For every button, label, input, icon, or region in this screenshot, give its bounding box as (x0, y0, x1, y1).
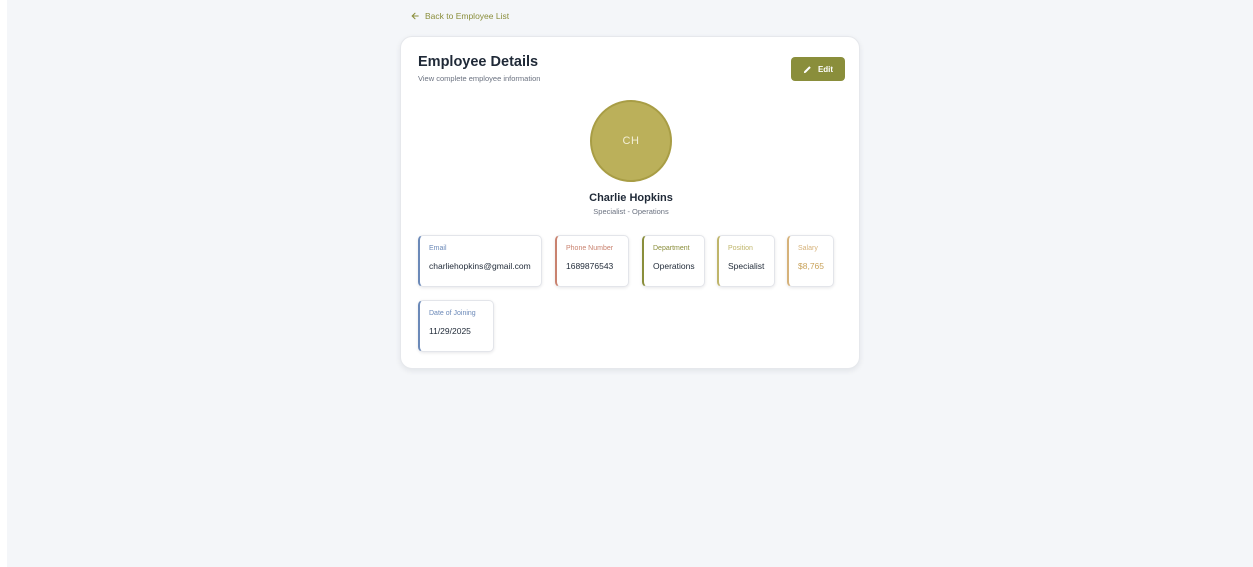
department-label: Department (653, 245, 690, 252)
employee-role: Specialist - Operations (593, 207, 669, 216)
edit-button[interactable]: Edit (791, 57, 845, 81)
date-of-joining-label: Date of Joining (429, 310, 476, 317)
position-label: Position (728, 245, 753, 252)
edit-button-label: Edit (817, 64, 834, 74)
page-title: Employee Details (418, 54, 539, 70)
back-link-label: Back to Employee List (425, 11, 510, 21)
employee-details-card: Employee Details View complete employee … (400, 36, 860, 369)
email-value: charliehopkins@gmail.com (429, 261, 531, 271)
email-info-tile: Email charliehopkins@gmail.com (418, 235, 542, 287)
phone-value: 1689876543 (566, 261, 614, 271)
pencil-icon (803, 65, 812, 74)
position-info-tile: Position Specialist (717, 235, 775, 287)
phone-info-tile: Phone Number 1689876543 (555, 235, 629, 287)
phone-label: Phone Number (566, 245, 614, 252)
page-subtitle: View complete employee information (418, 74, 541, 83)
salary-info-tile: Salary $8,765 (787, 235, 834, 287)
arrow-left-icon (411, 12, 419, 20)
back-to-employee-list-link[interactable]: Back to Employee List (411, 10, 509, 22)
department-value: Operations (653, 261, 695, 271)
email-label: Email (429, 245, 447, 252)
salary-value: $8,765 (798, 261, 824, 271)
position-value: Specialist (728, 261, 765, 271)
avatar-initials: CH (622, 135, 640, 147)
date-of-joining-value: 11/29/2025 (429, 326, 471, 336)
department-info-tile: Department Operations (642, 235, 705, 287)
employee-name: Charlie Hopkins (589, 192, 673, 204)
salary-label: Salary (798, 245, 818, 252)
avatar: CH (590, 100, 672, 182)
date-of-joining-info-tile: Date of Joining 11/29/2025 (418, 300, 494, 352)
